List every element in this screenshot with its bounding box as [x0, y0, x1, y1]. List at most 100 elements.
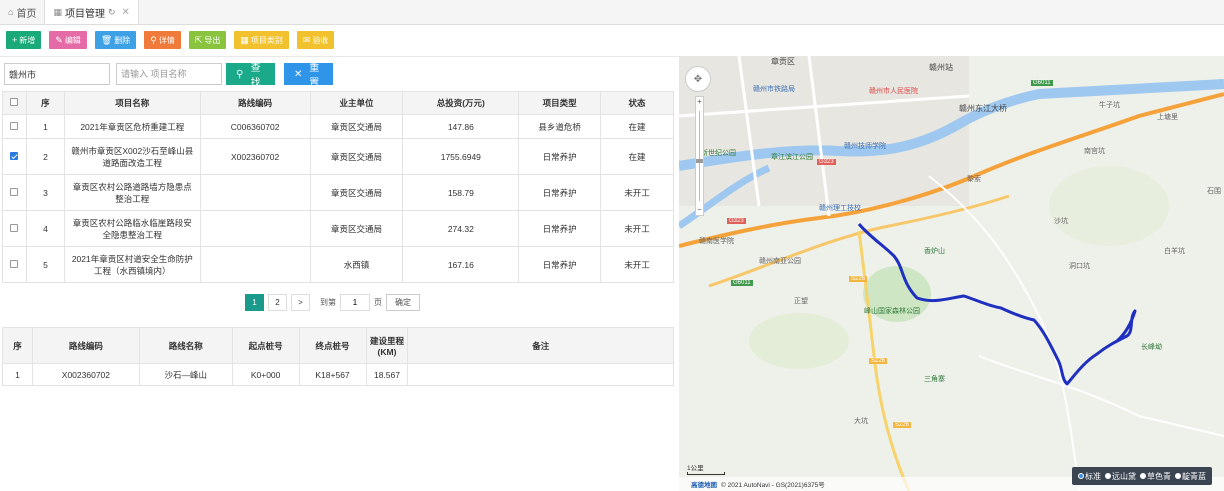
map-label: 赣州理工技校 — [819, 205, 861, 212]
search-icon: ⚲ — [236, 68, 244, 80]
compass-icon[interactable]: ✥ — [685, 66, 711, 92]
map-label: 长峰坳 — [1141, 344, 1162, 351]
col-header: 建设里程(KM) — [365, 327, 409, 364]
page-2-button[interactable]: 2 — [268, 294, 287, 311]
select-all-cell[interactable] — [2, 91, 27, 115]
map-label: 牛子坑 — [1099, 102, 1120, 109]
map-label: 赣州南亚公园 — [759, 258, 801, 265]
map-label: 石围 — [1207, 188, 1221, 195]
accept-button[interactable]: ✉ 验收 — [296, 31, 335, 49]
map-label: 南宫坑 — [1084, 148, 1105, 155]
add-button[interactable]: + 新增 — [6, 31, 42, 49]
envelope-icon: ✉ — [302, 34, 311, 45]
table-row[interactable]: 5 2021年章贡区村道安全生命防护工程（水西镇境内） 水西镇 167.16 日… — [2, 246, 674, 283]
table-row[interactable]: 3 章贡区农村公路道路墙方隐患点整治工程 章贡区交通局 158.79 日常养护 … — [2, 174, 674, 211]
select-all-checkbox[interactable] — [10, 98, 19, 106]
map-canvas[interactable] — [679, 56, 1224, 491]
goto-confirm-button[interactable]: 确定 — [386, 294, 420, 311]
home-icon: ⌂ — [8, 7, 14, 17]
row-checkbox[interactable] — [10, 187, 19, 196]
close-icon[interactable]: ✕ — [122, 7, 130, 18]
map-label: 黎索 — [967, 176, 981, 183]
reset-button[interactable]: ✕ 重置 — [284, 63, 333, 89]
layer-yuanshandai[interactable]: 远山黛 — [1105, 471, 1136, 482]
map-label: 新世纪公园 — [701, 150, 736, 157]
grid-icon: ▦ — [240, 34, 249, 45]
map-label: 赣州站 — [929, 63, 953, 72]
zoom-track — [699, 111, 700, 201]
page-1-button[interactable]: 1 — [245, 294, 264, 311]
green-area — [749, 313, 849, 369]
radio-icon — [1140, 472, 1146, 479]
project-type-button[interactable]: ▦ 项目类别 — [234, 31, 289, 49]
table-row[interactable]: 2 赣州市章贡区X002沙石至峰山县道路面改造工程 X002360702 章贡区… — [2, 138, 674, 175]
magnifier-icon: ⚲ — [150, 34, 157, 45]
green-area — [1049, 166, 1169, 246]
grid-icon: ▦ — [53, 6, 62, 17]
plus-icon: + — [12, 35, 18, 45]
row-checkbox[interactable] — [10, 223, 19, 232]
radio-icon — [1078, 472, 1084, 479]
road-shield: S226 — [869, 358, 888, 364]
road-shield: G6011 — [1031, 80, 1053, 86]
road-shield: G6011 — [731, 280, 753, 286]
map-label: 正望 — [794, 298, 808, 305]
tab-project-management[interactable]: ▦ 项目管理 ↻ ✕ — [44, 0, 139, 24]
col-header: 起点桩号 — [231, 327, 300, 364]
row-checkbox[interactable] — [10, 259, 19, 268]
next-page-button[interactable]: > — [291, 294, 310, 311]
layer-standard[interactable]: 标准 — [1078, 471, 1101, 482]
col-header: 业主单位 — [309, 91, 404, 115]
map-label: 沙坑 — [1054, 218, 1068, 225]
detail-button[interactable]: ⚲ 详情 — [144, 31, 181, 49]
road-shield: S226 — [849, 276, 868, 282]
layer-dianqinglan[interactable]: 靛青蓝 — [1175, 471, 1206, 482]
map-view[interactable]: 章贡区 赣州站 赣州市铁路局 赣州市人民医院 赣州东江大桥 赣州技师学院 新世纪… — [679, 56, 1224, 491]
table-row[interactable]: 1 X002360702 沙石—峰山 K0+000 K18+567 18.567 — [2, 363, 674, 386]
layer-caoseqing[interactable]: 草色青 — [1140, 471, 1171, 482]
project-name-input[interactable] — [116, 63, 222, 85]
map-label: 洞口坑 — [1069, 263, 1090, 270]
trash-icon: 🗑 — [100, 34, 113, 45]
zoom-bar[interactable]: + − — [695, 96, 704, 216]
map-label: 峰山国家森林公园 — [864, 308, 920, 315]
row-checkbox[interactable] — [10, 121, 19, 130]
export-button[interactable]: ⇱ 导出 — [188, 31, 227, 49]
refresh-icon[interactable]: ↻ — [108, 7, 116, 18]
col-header: 项目类型 — [518, 91, 602, 115]
map-label: 章贡区 — [771, 57, 795, 66]
goto-page-input[interactable] — [340, 294, 370, 311]
search-bar: ⚲查找 ✕重置 — [4, 63, 333, 89]
table-row[interactable]: 4 章贡区农村公路临水临崖路段安全隐患整治工程 章贡区交通局 274.32 日常… — [2, 210, 674, 247]
map-label: 三角寨 — [924, 376, 945, 383]
col-header: 序 — [2, 327, 33, 364]
table-row[interactable]: 1 2021年章贡区危桥重建工程 C006360702 章贡区交通局 147.8… — [2, 114, 674, 139]
projects-table: 序 项目名称 路线编码 业主单位 总投资(万元) 项目类型 状态 1 2021年… — [2, 91, 674, 283]
routes-table: 序 路线编码 路线名称 起点桩号 终点桩号 建设里程(KM) 备注 1 X002… — [2, 327, 674, 386]
map-zoom-control: ✥ + − — [685, 66, 713, 216]
find-button[interactable]: ⚲ 查找 — [226, 63, 275, 89]
map-label: 香炉山 — [924, 248, 945, 255]
region-input[interactable] — [4, 63, 110, 85]
col-header: 终点桩号 — [298, 327, 367, 364]
zoom-slider-handle[interactable] — [696, 159, 703, 163]
row-checkbox[interactable] — [10, 151, 19, 160]
map-label: 上塘里 — [1157, 114, 1178, 121]
zoom-out-icon[interactable]: − — [696, 205, 703, 215]
zoom-in-icon[interactable]: + — [696, 97, 703, 107]
tab-home-label: 首页 — [16, 8, 37, 20]
col-header: 总投资(万元) — [402, 91, 520, 115]
col-header: 备注 — [407, 327, 674, 364]
export-icon: ⇱ — [194, 34, 203, 45]
col-header: 状态 — [600, 91, 674, 115]
col-header: 路线名称 — [138, 327, 233, 364]
toolbar: + 新增 ✎ 编辑 🗑 删除 ⚲ 详情 ⇱ 导出 ▦ 项目类别 ✉ 验收 — [6, 31, 335, 49]
close-icon: ✕ — [294, 68, 303, 80]
goto-label: 到第 — [320, 298, 336, 307]
edit-button[interactable]: ✎ 编辑 — [49, 31, 87, 49]
map-label: 赣南医学院 — [699, 238, 734, 245]
delete-button[interactable]: 🗑 删除 — [94, 31, 137, 49]
map-style-switcher: 标准 远山黛 草色青 靛青蓝 — [1072, 467, 1212, 485]
road-shield: G323 — [727, 218, 746, 224]
tab-home[interactable]: ⌂ 首页 — [0, 0, 44, 24]
